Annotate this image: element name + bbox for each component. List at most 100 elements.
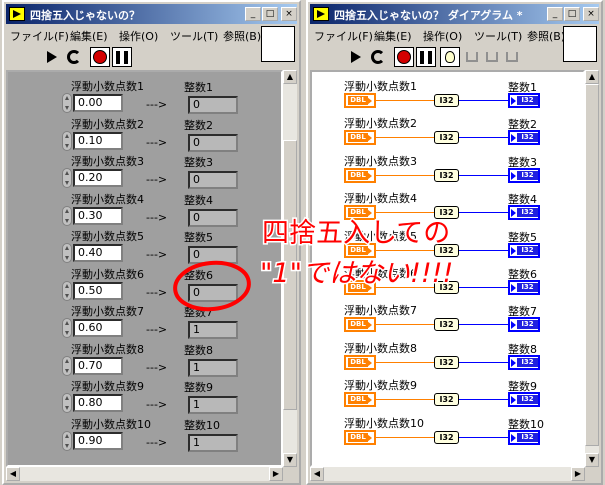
float-value-field[interactable]: 0.20 (73, 169, 123, 187)
i32-indicator-terminal[interactable]: I32 (508, 167, 540, 183)
diagram-title-bar[interactable]: 四捨五入じゃないの？ ダイアグラム * _ □ × (310, 4, 599, 24)
scroll-down-icon[interactable]: ▼ (283, 453, 297, 467)
menu-operate[interactable]: 操作(O) (119, 28, 158, 44)
menu-edit[interactable]: 編集(E) (70, 28, 108, 44)
front-panel-title-bar[interactable]: 四捨五入じゃないの？ _ □ × (6, 4, 297, 24)
pause-icon[interactable] (112, 47, 132, 67)
scroll-left-icon[interactable]: ◀ (310, 467, 324, 481)
scroll-right-icon[interactable]: ▶ (269, 467, 283, 481)
connector-pane-icon[interactable] (261, 26, 295, 62)
menu-file[interactable]: ファイル(F) (314, 28, 373, 44)
float-value-field[interactable]: 0.80 (73, 394, 123, 412)
dbl-control-terminal[interactable]: DBL (344, 354, 376, 370)
run-continuously-icon[interactable] (64, 47, 84, 67)
abort-execution-icon[interactable] (90, 47, 110, 67)
i32-wire[interactable] (459, 399, 509, 401)
dbl-control-terminal[interactable]: DBL (344, 317, 376, 333)
close-button[interactable]: × (583, 7, 599, 21)
run-arrow-icon[interactable] (346, 47, 366, 67)
i32-wire[interactable] (459, 436, 509, 438)
dbl-wire[interactable] (376, 137, 436, 139)
scroll-left-icon[interactable]: ◀ (6, 467, 20, 481)
float-value-field[interactable]: 0.40 (73, 244, 123, 262)
menu-edit[interactable]: 編集(E) (374, 28, 412, 44)
dbl-control-terminal[interactable]: DBL (344, 130, 376, 146)
dbl-wire[interactable] (376, 399, 436, 401)
increment-decrement-icon[interactable] (62, 355, 72, 376)
run-continuously-icon[interactable] (368, 47, 388, 67)
menu-tools[interactable]: ツール(T) (170, 28, 218, 44)
float-value-field[interactable]: 0.50 (73, 281, 123, 300)
i32-wire[interactable] (459, 100, 509, 101)
menu-browse[interactable]: 参照(B) (527, 28, 565, 44)
minimize-button[interactable]: _ (547, 7, 563, 21)
increment-decrement-icon[interactable] (62, 280, 72, 301)
step-into-icon[interactable] (462, 47, 482, 67)
i32-wire[interactable] (459, 249, 509, 251)
i32-indicator-terminal[interactable]: I32 (508, 205, 540, 221)
dbl-wire[interactable] (376, 324, 436, 326)
menu-tools[interactable]: ツール(T) (474, 28, 522, 44)
scroll-down-icon[interactable]: ▼ (585, 453, 599, 467)
to-i32-conversion-node[interactable]: I32 (434, 131, 459, 145)
scroll-right-icon[interactable]: ▶ (571, 467, 585, 481)
dbl-control-terminal[interactable]: DBL (344, 93, 376, 108)
maximize-button[interactable]: □ (262, 7, 278, 21)
i32-indicator-terminal[interactable]: I32 (508, 392, 540, 408)
i32-wire[interactable] (459, 137, 509, 139)
float-value-field[interactable]: 0.00 (73, 94, 123, 112)
float-value-field[interactable]: 0.10 (73, 131, 123, 150)
menu-operate[interactable]: 操作(O) (423, 28, 462, 44)
diagram-horizontal-scrollbar[interactable]: ◀ ▶ (310, 467, 585, 481)
to-i32-conversion-node[interactable]: I32 (434, 243, 459, 257)
dbl-control-terminal[interactable]: DBL (344, 242, 376, 258)
increment-decrement-icon[interactable] (62, 243, 72, 263)
i32-wire[interactable] (459, 174, 509, 176)
dbl-wire[interactable] (376, 249, 436, 251)
dbl-wire[interactable] (376, 287, 436, 288)
diagram-vertical-scrollbar[interactable]: ▲ ▼ (585, 70, 599, 467)
to-i32-conversion-node[interactable]: I32 (434, 318, 459, 332)
i32-wire[interactable] (459, 212, 509, 214)
menu-browse[interactable]: 参照(B) (223, 28, 261, 44)
i32-indicator-terminal[interactable]: I32 (508, 429, 540, 445)
i32-indicator-terminal[interactable]: I32 (508, 93, 540, 108)
to-i32-conversion-node[interactable]: I32 (434, 206, 459, 220)
dbl-wire[interactable] (376, 212, 436, 214)
dbl-control-terminal[interactable]: DBL (344, 392, 376, 408)
to-i32-conversion-node[interactable]: I32 (434, 168, 459, 182)
increment-decrement-icon[interactable] (62, 205, 72, 226)
dbl-wire[interactable] (376, 100, 436, 101)
float-value-field[interactable]: 0.30 (73, 206, 123, 225)
to-i32-conversion-node[interactable]: I32 (434, 94, 459, 107)
increment-decrement-icon[interactable] (62, 168, 72, 188)
minimize-button[interactable]: _ (245, 7, 261, 21)
dbl-wire[interactable] (376, 361, 436, 363)
menu-file[interactable]: ファイル(F) (10, 28, 69, 44)
increment-decrement-icon[interactable] (62, 393, 72, 413)
dbl-wire[interactable] (376, 436, 436, 438)
to-i32-conversion-node[interactable]: I32 (434, 430, 459, 444)
increment-decrement-icon[interactable] (62, 130, 72, 151)
maximize-button[interactable]: □ (564, 7, 580, 21)
i32-indicator-terminal[interactable]: I32 (508, 280, 540, 295)
i32-indicator-terminal[interactable]: I32 (508, 354, 540, 370)
highlight-execution-bulb-icon[interactable] (440, 47, 460, 67)
vertical-scroll-thumb[interactable] (283, 140, 297, 410)
pause-icon[interactable] (416, 47, 436, 67)
abort-execution-icon[interactable] (394, 47, 414, 67)
dbl-control-terminal[interactable]: DBL (344, 280, 376, 295)
i32-wire[interactable] (459, 361, 509, 363)
close-button[interactable]: × (281, 7, 297, 21)
step-over-icon[interactable] (482, 47, 502, 67)
to-i32-conversion-node[interactable]: I32 (434, 393, 459, 407)
increment-decrement-icon[interactable] (62, 430, 72, 451)
i32-indicator-terminal[interactable]: I32 (508, 242, 540, 258)
i32-wire[interactable] (459, 287, 509, 288)
to-i32-conversion-node[interactable]: I32 (434, 281, 459, 294)
increment-decrement-icon[interactable] (62, 318, 72, 338)
float-value-field[interactable]: 0.90 (73, 431, 123, 450)
dbl-control-terminal[interactable]: DBL (344, 429, 376, 445)
float-value-field[interactable]: 0.60 (73, 319, 123, 337)
i32-indicator-terminal[interactable]: I32 (508, 317, 540, 333)
